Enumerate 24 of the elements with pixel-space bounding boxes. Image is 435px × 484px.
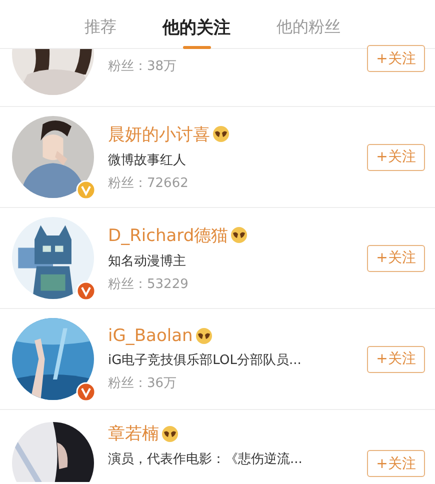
follower-count: 粉丝：53229 (108, 276, 190, 292)
user-name[interactable]: D_Richard德猫 (108, 224, 228, 246)
follow-button[interactable]: +关注 (367, 346, 425, 372)
member-badge-icon (194, 327, 213, 345)
tab[interactable]: 推荐 (76, 2, 124, 50)
user-bio: 知名动漫博主 (108, 252, 187, 270)
follow-button[interactable]: +关注 (367, 45, 425, 72)
member-badge-icon (212, 125, 230, 143)
user-name[interactable]: 章若楠 (108, 422, 159, 445)
follow-button[interactable]: +关注 (367, 144, 425, 170)
follow-button[interactable]: +关注 (367, 450, 425, 477)
user-bio: iG电子竞技俱乐部LOL分部队员... (108, 352, 302, 369)
user-name[interactable]: iG_Baolan (108, 326, 193, 346)
follower-count: 粉丝：72662 (108, 174, 190, 192)
user-bio: 演员，代表作电影：《悲伤逆流... (108, 451, 304, 468)
member-badge-icon (161, 424, 179, 442)
tab[interactable]: 他的关注 (154, 2, 238, 50)
follower-count: 粉丝：36万 (108, 375, 178, 392)
user-name[interactable]: 晨妍的小讨喜 (108, 122, 210, 146)
tab[interactable]: 他的粉丝 (268, 2, 348, 50)
user-bio: 微博故事红人 (108, 152, 187, 168)
follower-count: 粉丝：38万 (108, 58, 178, 75)
follow-button[interactable]: +关注 (367, 244, 425, 272)
member-badge-icon (230, 226, 248, 244)
